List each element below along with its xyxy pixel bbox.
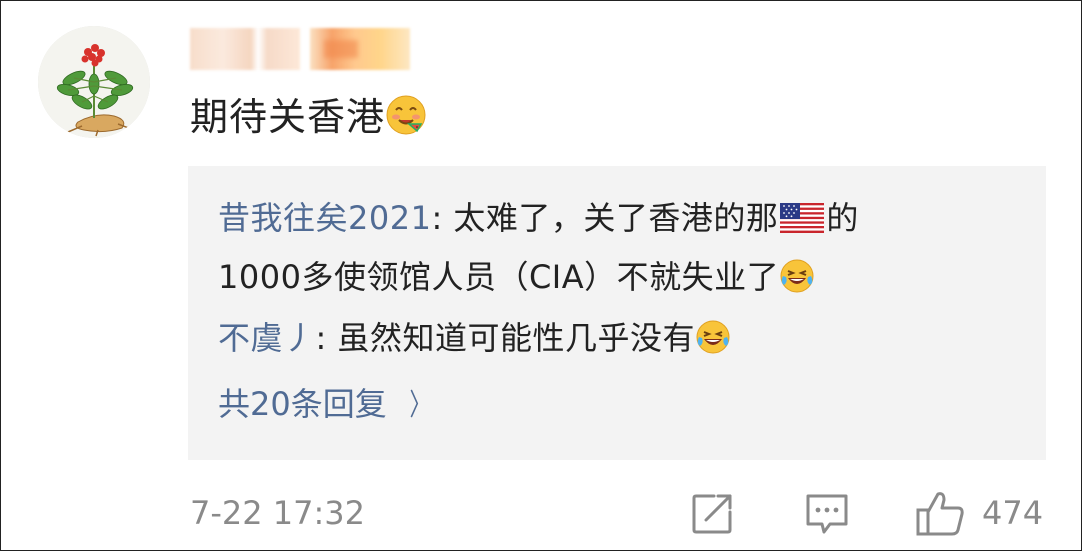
like-button[interactable] <box>914 488 966 538</box>
replies-panel: 昔我往矣2021: 太难了，关了香港的那 的 1000多使领馆人员（CIA）不就… <box>188 166 1046 460</box>
reply-text: : 太难了，关了香港的那 <box>431 199 779 237</box>
reply-text: 的 <box>826 199 859 237</box>
reply-text: : 虽然知道可能性几乎没有 <box>315 319 695 357</box>
username-blurred[interactable] <box>190 28 420 70</box>
us-flag-emoji-icon <box>780 192 825 233</box>
reply-username[interactable]: 不虞丿 <box>218 319 316 357</box>
reply-item-continued: 1000多使领馆人员（CIA）不就失业了 <box>218 247 815 307</box>
reply-username[interactable]: 昔我往矣2021 <box>218 199 431 237</box>
username-blur-part <box>310 28 410 70</box>
comment-icon <box>806 494 848 534</box>
yum-face-emoji-icon <box>385 94 427 136</box>
comment-timestamp: 7-22 17:32 <box>190 494 366 532</box>
user-avatar[interactable] <box>38 26 150 138</box>
laughing-tears-emoji-icon <box>695 319 731 355</box>
more-replies-link[interactable]: 共20条回复〉 <box>218 374 435 436</box>
ginseng-plant-avatar-icon <box>38 26 150 138</box>
chevron-right-icon: 〉 <box>409 388 431 423</box>
reply-item[interactable]: 不虞丿: 虽然知道可能性几乎没有 <box>218 308 731 368</box>
thumbs-up-icon <box>916 492 964 536</box>
reply-text: 1000多使领馆人员（CIA）不就失业了 <box>218 258 780 296</box>
reply-item[interactable]: 昔我往矣2021: 太难了，关了香港的那 的 <box>218 188 859 248</box>
comment-button[interactable] <box>804 488 850 538</box>
comment-text: 期待关香港 <box>190 95 386 139</box>
share-button[interactable] <box>690 488 736 538</box>
more-replies-label: 共20条回复 <box>218 385 387 423</box>
comment-body: 期待关香港 <box>190 92 427 142</box>
laughing-tears-emoji-icon <box>779 258 815 294</box>
like-count: 474 <box>982 494 1044 532</box>
username-blur-part <box>190 28 300 70</box>
share-icon <box>692 494 732 534</box>
